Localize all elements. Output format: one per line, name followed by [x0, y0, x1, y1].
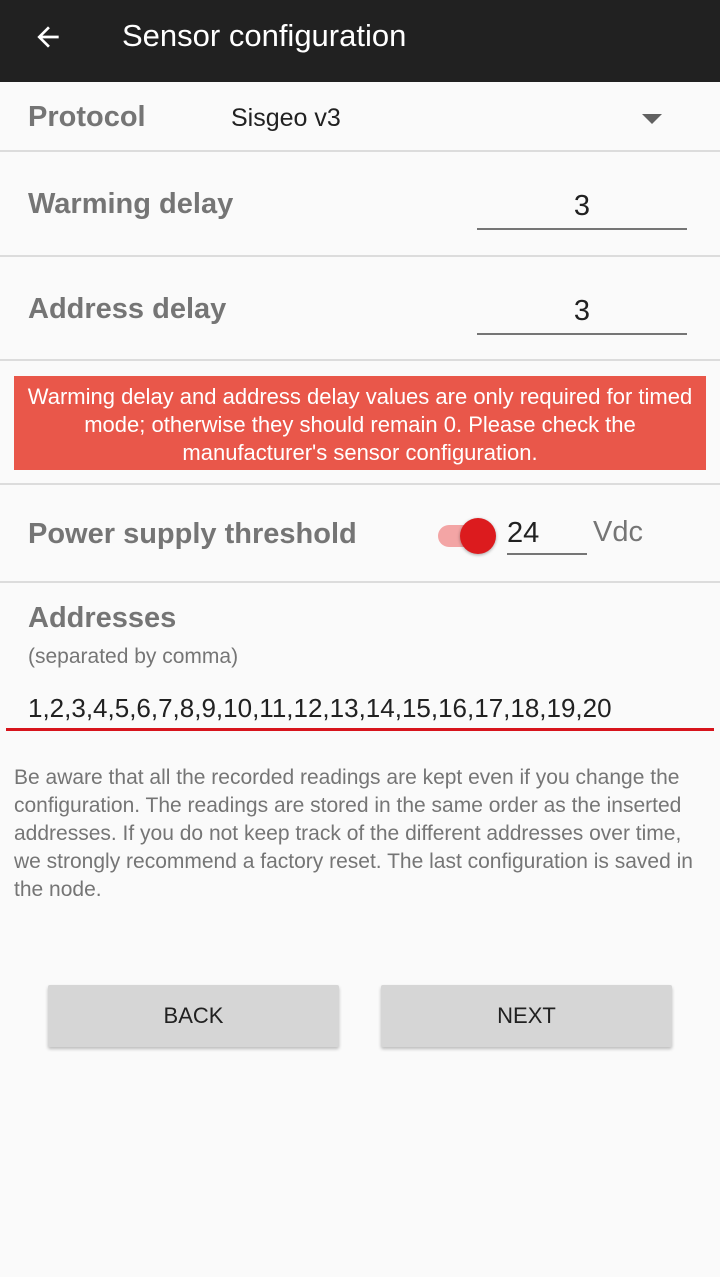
divider	[0, 359, 720, 361]
info-note: Be aware that all the recorded readings …	[14, 766, 693, 901]
address-delay-input[interactable]: 3	[477, 289, 687, 335]
triangle-down-icon[interactable]	[642, 114, 662, 124]
divider	[0, 255, 720, 257]
back-button[interactable]: BACK	[48, 985, 339, 1047]
addresses-hint: (separated by comma)	[28, 645, 239, 668]
warming-delay-input[interactable]: 3	[477, 184, 687, 230]
addresses-input[interactable]: 1,2,3,4,5,6,7,8,9,10,11,12,13,14,15,16,1…	[6, 683, 714, 731]
unit-label: Vdc	[593, 516, 643, 548]
arrow-left-icon[interactable]	[28, 17, 68, 57]
warming-delay-label: Warming delay	[28, 188, 234, 220]
address-delay-label: Address delay	[28, 293, 227, 325]
addresses-label: Addresses	[28, 602, 177, 634]
next-button[interactable]: NEXT	[381, 985, 672, 1047]
divider	[0, 150, 720, 152]
protocol-label: Protocol	[28, 101, 146, 133]
app-bar: Sensor configuration	[0, 0, 720, 82]
protocol-select[interactable]: Sisgeo v3	[231, 104, 341, 133]
power-supply-input[interactable]: 24	[507, 513, 587, 555]
divider	[0, 581, 720, 583]
power-supply-switch-thumb[interactable]	[460, 518, 496, 554]
divider	[0, 483, 720, 485]
page-title: Sensor configuration	[122, 18, 407, 53]
warning-banner: Warming delay and address delay values a…	[14, 376, 706, 470]
power-supply-label: Power supply threshold	[28, 518, 357, 550]
